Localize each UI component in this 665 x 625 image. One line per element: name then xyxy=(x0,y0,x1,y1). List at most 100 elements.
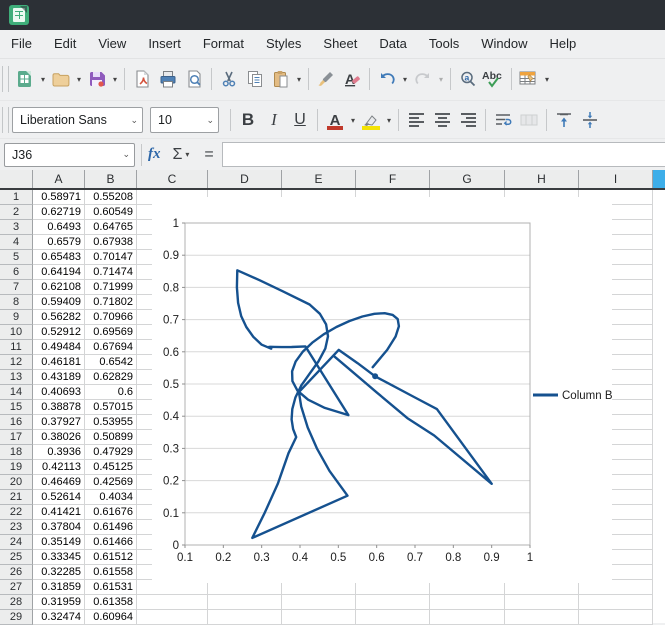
menu-edit[interactable]: Edit xyxy=(43,30,87,58)
cell-B24[interactable]: 0.61466 xyxy=(85,535,137,550)
cell-B4[interactable]: 0.67938 xyxy=(85,235,137,250)
menu-format[interactable]: Format xyxy=(192,30,255,58)
cell-B25[interactable]: 0.61512 xyxy=(85,550,137,565)
menu-tools[interactable]: Tools xyxy=(418,30,470,58)
undo-button[interactable] xyxy=(374,66,400,92)
cell-B14[interactable]: 0.6 xyxy=(85,385,137,400)
cell-C28[interactable] xyxy=(137,595,208,610)
cell-A1[interactable]: 0.58971 xyxy=(33,190,85,205)
cell-I28[interactable] xyxy=(579,595,653,610)
paste-dropdown[interactable]: ▾ xyxy=(294,66,304,92)
menu-data[interactable]: Data xyxy=(368,30,417,58)
cell-B12[interactable]: 0.6542 xyxy=(85,355,137,370)
cell-A24[interactable]: 0.35149 xyxy=(33,535,85,550)
font-size-combo[interactable]: 10 ⌄ xyxy=(150,107,219,133)
row-header-21[interactable]: 21 xyxy=(0,490,33,505)
sheet-grid[interactable]: ABCDEFGHI 10.589710.5520820.627190.60549… xyxy=(0,170,665,623)
cell-B26[interactable]: 0.61558 xyxy=(85,565,137,580)
menu-file[interactable]: File xyxy=(0,30,43,58)
sum-dropdown[interactable]: ▾ xyxy=(182,142,192,168)
cell-B5[interactable]: 0.70147 xyxy=(85,250,137,265)
equals-icon[interactable]: = xyxy=(204,146,213,164)
column-header-A[interactable]: A xyxy=(33,170,85,188)
cell-B6[interactable]: 0.71474 xyxy=(85,265,137,280)
cut-button[interactable] xyxy=(216,66,242,92)
cell-A3[interactable]: 0.6493 xyxy=(33,220,85,235)
redo-button[interactable] xyxy=(410,66,436,92)
menu-window[interactable]: Window xyxy=(470,30,538,58)
cell-B23[interactable]: 0.61496 xyxy=(85,520,137,535)
align-top-button[interactable] xyxy=(551,107,577,133)
align-left-button[interactable] xyxy=(403,107,429,133)
cell-B28[interactable]: 0.61358 xyxy=(85,595,137,610)
undo-dropdown[interactable]: ▾ xyxy=(400,66,410,92)
cell-B18[interactable]: 0.47929 xyxy=(85,445,137,460)
font-color-dropdown[interactable]: ▾ xyxy=(348,107,358,133)
menu-styles[interactable]: Styles xyxy=(255,30,312,58)
cell-G28[interactable] xyxy=(430,595,505,610)
row-header-4[interactable]: 4 xyxy=(0,235,33,250)
cell-B2[interactable]: 0.60549 xyxy=(85,205,137,220)
formula-input[interactable] xyxy=(222,142,665,167)
italic-button[interactable]: I xyxy=(261,107,287,133)
cell-A4[interactable]: 0.6579 xyxy=(33,235,85,250)
clear-formatting-button[interactable]: A xyxy=(339,66,365,92)
cell-A17[interactable]: 0.38026 xyxy=(33,430,85,445)
row-header-10[interactable]: 10 xyxy=(0,325,33,340)
cell-A18[interactable]: 0.3936 xyxy=(33,445,85,460)
column-header-B[interactable]: B xyxy=(85,170,137,188)
font-name-combo[interactable]: Liberation Sans ⌄ xyxy=(12,107,143,133)
cell-H28[interactable] xyxy=(505,595,579,610)
cell-A26[interactable]: 0.32285 xyxy=(33,565,85,580)
copy-button[interactable] xyxy=(242,66,268,92)
menu-help[interactable]: Help xyxy=(538,30,587,58)
column-header-H[interactable]: H xyxy=(505,170,579,188)
cell-A14[interactable]: 0.40693 xyxy=(33,385,85,400)
cell-B7[interactable]: 0.71999 xyxy=(85,280,137,295)
find-replace-button[interactable]: a xyxy=(455,66,481,92)
cell-B20[interactable]: 0.42569 xyxy=(85,475,137,490)
font-color-button[interactable]: A xyxy=(322,107,348,133)
cell-A22[interactable]: 0.41421 xyxy=(33,505,85,520)
save-button[interactable] xyxy=(84,66,110,92)
cell-F28[interactable] xyxy=(356,595,430,610)
spelling-button[interactable]: Abc xyxy=(481,66,507,92)
align-right-button[interactable] xyxy=(455,107,481,133)
new-document-dropdown[interactable]: ▾ xyxy=(38,66,48,92)
cell-B8[interactable]: 0.71802 xyxy=(85,295,137,310)
bold-button[interactable]: B xyxy=(235,107,261,133)
row-header-19[interactable]: 19 xyxy=(0,460,33,475)
cell-B11[interactable]: 0.67694 xyxy=(85,340,137,355)
row-header-5[interactable]: 5 xyxy=(0,250,33,265)
cell-A10[interactable]: 0.52912 xyxy=(33,325,85,340)
cell-A15[interactable]: 0.38878 xyxy=(33,400,85,415)
row-header-8[interactable]: 8 xyxy=(0,295,33,310)
menu-view[interactable]: View xyxy=(87,30,137,58)
cell-A12[interactable]: 0.46181 xyxy=(33,355,85,370)
cell-B22[interactable]: 0.61676 xyxy=(85,505,137,520)
column-header-D[interactable]: D xyxy=(208,170,282,188)
row-header-9[interactable]: 9 xyxy=(0,310,33,325)
row-header-3[interactable]: 3 xyxy=(0,220,33,235)
row-header-1[interactable]: 1 xyxy=(0,190,33,205)
save-dropdown[interactable]: ▾ xyxy=(110,66,120,92)
align-vcenter-button[interactable] xyxy=(577,107,603,133)
cell-A28[interactable]: 0.31959 xyxy=(33,595,85,610)
menu-insert[interactable]: Insert xyxy=(137,30,192,58)
paste-button[interactable] xyxy=(268,66,294,92)
row-header-6[interactable]: 6 xyxy=(0,265,33,280)
cell-A23[interactable]: 0.37804 xyxy=(33,520,85,535)
cell-A9[interactable]: 0.56282 xyxy=(33,310,85,325)
column-header-I[interactable]: I xyxy=(579,170,653,188)
row-header-13[interactable]: 13 xyxy=(0,370,33,385)
export-pdf-button[interactable] xyxy=(129,66,155,92)
new-document-button[interactable] xyxy=(12,66,38,92)
cell-E28[interactable] xyxy=(282,595,356,610)
select-all-corner[interactable] xyxy=(0,170,33,188)
align-center-button[interactable] xyxy=(429,107,455,133)
cell-B17[interactable]: 0.50899 xyxy=(85,430,137,445)
column-header-C[interactable]: C xyxy=(137,170,208,188)
highlight-color-dropdown[interactable]: ▾ xyxy=(384,107,394,133)
underline-button[interactable]: U xyxy=(287,107,313,133)
cell-B10[interactable]: 0.69569 xyxy=(85,325,137,340)
